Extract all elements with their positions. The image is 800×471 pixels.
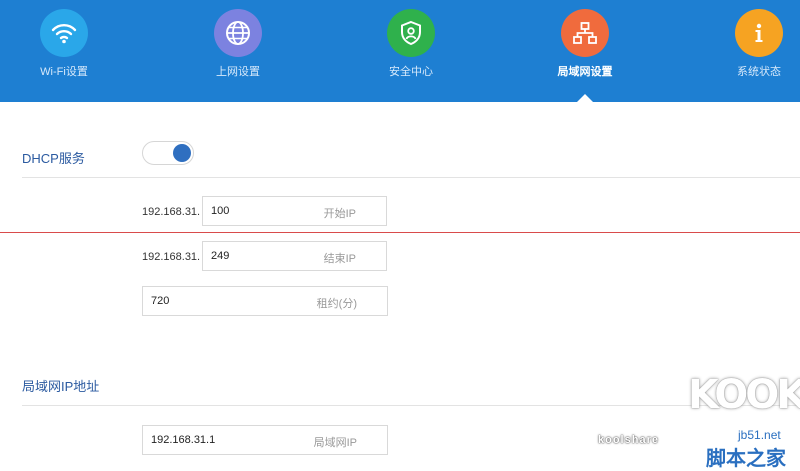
nav-label-status: 系统状态 (737, 66, 781, 78)
dhcp-section-title: DHCP服务 (22, 151, 85, 166)
section-divider (22, 177, 800, 178)
lan-ip-hint: 局域网IP (313, 437, 357, 449)
nav-item-internet-settings[interactable]: 上网设置 (178, 0, 298, 102)
active-tab-indicator (577, 94, 593, 102)
nav-label-security: 安全中心 (389, 66, 433, 78)
nav-item-system-status[interactable]: 系统状态 (699, 0, 800, 102)
nav-label-lan: 局域网设置 (557, 66, 613, 78)
wifi-icon (40, 9, 88, 57)
start-ip-value: 100 (211, 205, 230, 217)
section-divider (22, 405, 800, 406)
start-ip-input[interactable]: 100 开始IP (202, 196, 387, 226)
nav-item-security-center[interactable]: 安全中心 (351, 0, 471, 102)
nav-label-wifi: Wi-Fi设置 (40, 66, 88, 78)
shield-icon (387, 9, 435, 57)
watermark-brand: koolshare (598, 434, 659, 446)
lease-input[interactable]: 720 租约(分) (142, 286, 388, 316)
lan-ip-input[interactable]: 192.168.31.1 局域网IP (142, 425, 388, 455)
end-ip-input[interactable]: 249 结束IP (202, 241, 387, 271)
info-icon (735, 9, 783, 57)
end-ip-prefix: 192.168.31. (142, 251, 201, 263)
watermark-logo: KOOK (688, 372, 800, 418)
toggle-knob (173, 144, 191, 162)
highlight-line (0, 232, 800, 233)
nav-item-wifi-settings[interactable]: Wi-Fi设置 (4, 0, 124, 102)
start-ip-hint: 开始IP (323, 208, 356, 220)
top-navigation: Wi-Fi设置 上网设置 安全中心 局域网设置 系统状态 (0, 0, 800, 102)
globe-icon (214, 9, 262, 57)
start-ip-prefix: 192.168.31. (142, 206, 201, 218)
end-ip-hint: 结束IP (323, 253, 356, 265)
watermark-site-cn: 脚本之家 (706, 448, 786, 470)
lan-ip-value: 192.168.31.1 (151, 434, 216, 446)
lan-section-title: 局域网IP地址 (22, 379, 100, 394)
end-ip-value: 249 (211, 250, 230, 262)
dhcp-toggle[interactable] (142, 141, 194, 165)
nav-item-lan-settings[interactable]: 局域网设置 (525, 0, 645, 102)
network-icon (561, 9, 609, 57)
nav-label-internet: 上网设置 (216, 66, 260, 78)
lease-hint: 租约(分) (316, 298, 357, 310)
lease-value: 720 (151, 295, 170, 307)
watermark-site: jb51.net (738, 428, 781, 442)
